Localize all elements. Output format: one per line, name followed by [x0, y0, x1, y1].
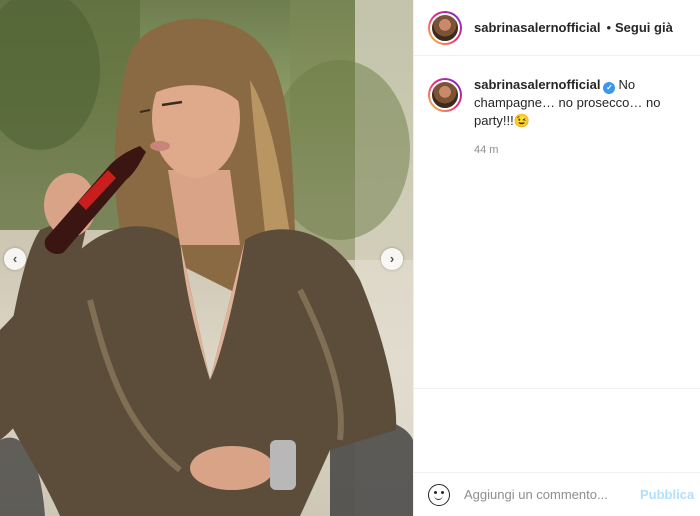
- publish-button[interactable]: Pubblica: [640, 487, 694, 502]
- next-photo-button[interactable]: ›: [381, 248, 403, 270]
- post-header: sabrinasalernofficial • Segui già: [414, 0, 700, 56]
- caption-body: sabrinasalernofficial ✓ No champagne… no p…: [474, 76, 684, 156]
- comment-input[interactable]: [464, 487, 640, 502]
- following-button[interactable]: Segui già: [615, 20, 673, 35]
- profile-avatar[interactable]: [428, 10, 462, 45]
- post-details-panel: sabrinasalernofficial • Segui già sabrin…: [413, 0, 700, 516]
- caption-avatar[interactable]: [428, 78, 462, 112]
- header-username[interactable]: sabrinasalernofficial: [474, 20, 600, 35]
- caption-username[interactable]: sabrinasalernofficial: [474, 77, 600, 92]
- post-caption: sabrinasalernofficial ✓ No champagne… no p…: [414, 56, 700, 156]
- caption-text: sabrinasalernofficial ✓ No champagne… no p…: [474, 76, 684, 130]
- separator-dot: •: [606, 20, 612, 35]
- comment-bar: Pubblica: [414, 472, 700, 516]
- divider: [414, 388, 700, 389]
- post-photo[interactable]: ‹ ›: [0, 0, 413, 516]
- verified-badge-icon: ✓: [603, 82, 616, 94]
- emoji-icon[interactable]: [428, 483, 450, 506]
- post-timestamp[interactable]: 44 m: [474, 144, 684, 156]
- previous-photo-button[interactable]: ‹: [4, 248, 26, 270]
- photo-illustration: [0, 0, 413, 516]
